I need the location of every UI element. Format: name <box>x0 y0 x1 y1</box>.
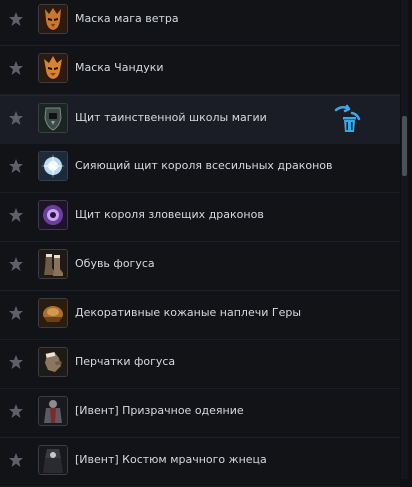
item-label: Сияющий щит короля всесильных драконов <box>75 159 333 172</box>
item-label: Щит короля зловещих драконов <box>75 208 264 221</box>
sinister-dragon-king-shield-icon <box>38 200 68 230</box>
item-label: Щит таинственной школы магии <box>75 111 267 124</box>
scrollbar-thumb[interactable] <box>402 116 407 176</box>
list-item[interactable]: [Ивент] Костюм мрачного жнеца <box>0 438 400 487</box>
mystic-school-shield-icon <box>38 103 68 133</box>
list-item[interactable]: [Ивент] Призрачное одеяние <box>0 389 400 438</box>
star-icon[interactable] <box>8 110 24 126</box>
ghostly-robe-icon <box>38 396 68 426</box>
item-label: Декоративные кожаные наплечи Геры <box>75 306 302 319</box>
star-icon[interactable] <box>8 452 24 468</box>
item-label: Перчатки фогуса <box>75 355 176 368</box>
item-label: [Ивент] Призрачное одеяние <box>75 404 244 417</box>
list-item[interactable]: Щит короля зловещих драконов <box>0 193 400 242</box>
grim-reaper-costume-icon <box>38 445 68 475</box>
item-label: [Ивент] Костюм мрачного жнеца <box>75 453 267 466</box>
star-icon[interactable] <box>8 354 24 370</box>
trash-icon[interactable] <box>332 104 366 134</box>
item-label: Маска Чандуки <box>75 61 164 74</box>
list-item[interactable]: Маска мага ветра <box>0 0 400 46</box>
list-item-selected[interactable]: Щит таинственной школы магии <box>0 95 400 144</box>
fogus-gloves-icon <box>38 347 68 377</box>
chanduki-mask-icon <box>38 53 68 83</box>
list-item[interactable]: Перчатки фогуса <box>0 340 400 389</box>
star-icon[interactable] <box>8 60 24 76</box>
star-icon[interactable] <box>8 403 24 419</box>
star-icon[interactable] <box>8 207 24 223</box>
list-item[interactable]: Декоративные кожаные наплечи Геры <box>0 291 400 340</box>
wind-mage-mask-icon <box>38 4 68 34</box>
item-label: Маска мага ветра <box>75 12 179 25</box>
star-icon[interactable] <box>8 305 24 321</box>
item-list: Маска мага ветра Маска Чандуки Щит таинс… <box>0 0 400 487</box>
list-item[interactable]: Сияющий щит короля всесильных драконов <box>0 144 400 193</box>
list-item[interactable]: Обувь фогуса <box>0 242 400 291</box>
star-icon[interactable] <box>8 158 24 174</box>
list-item[interactable]: Маска Чандуки <box>0 46 400 95</box>
item-label: Обувь фогуса <box>75 257 155 270</box>
star-icon[interactable] <box>8 11 24 27</box>
star-icon[interactable] <box>8 256 24 272</box>
fogus-boots-icon <box>38 249 68 279</box>
scrollbar[interactable] <box>401 0 408 479</box>
hera-pauldrons-icon <box>38 298 68 328</box>
radiant-dragon-king-shield-icon <box>38 151 68 181</box>
